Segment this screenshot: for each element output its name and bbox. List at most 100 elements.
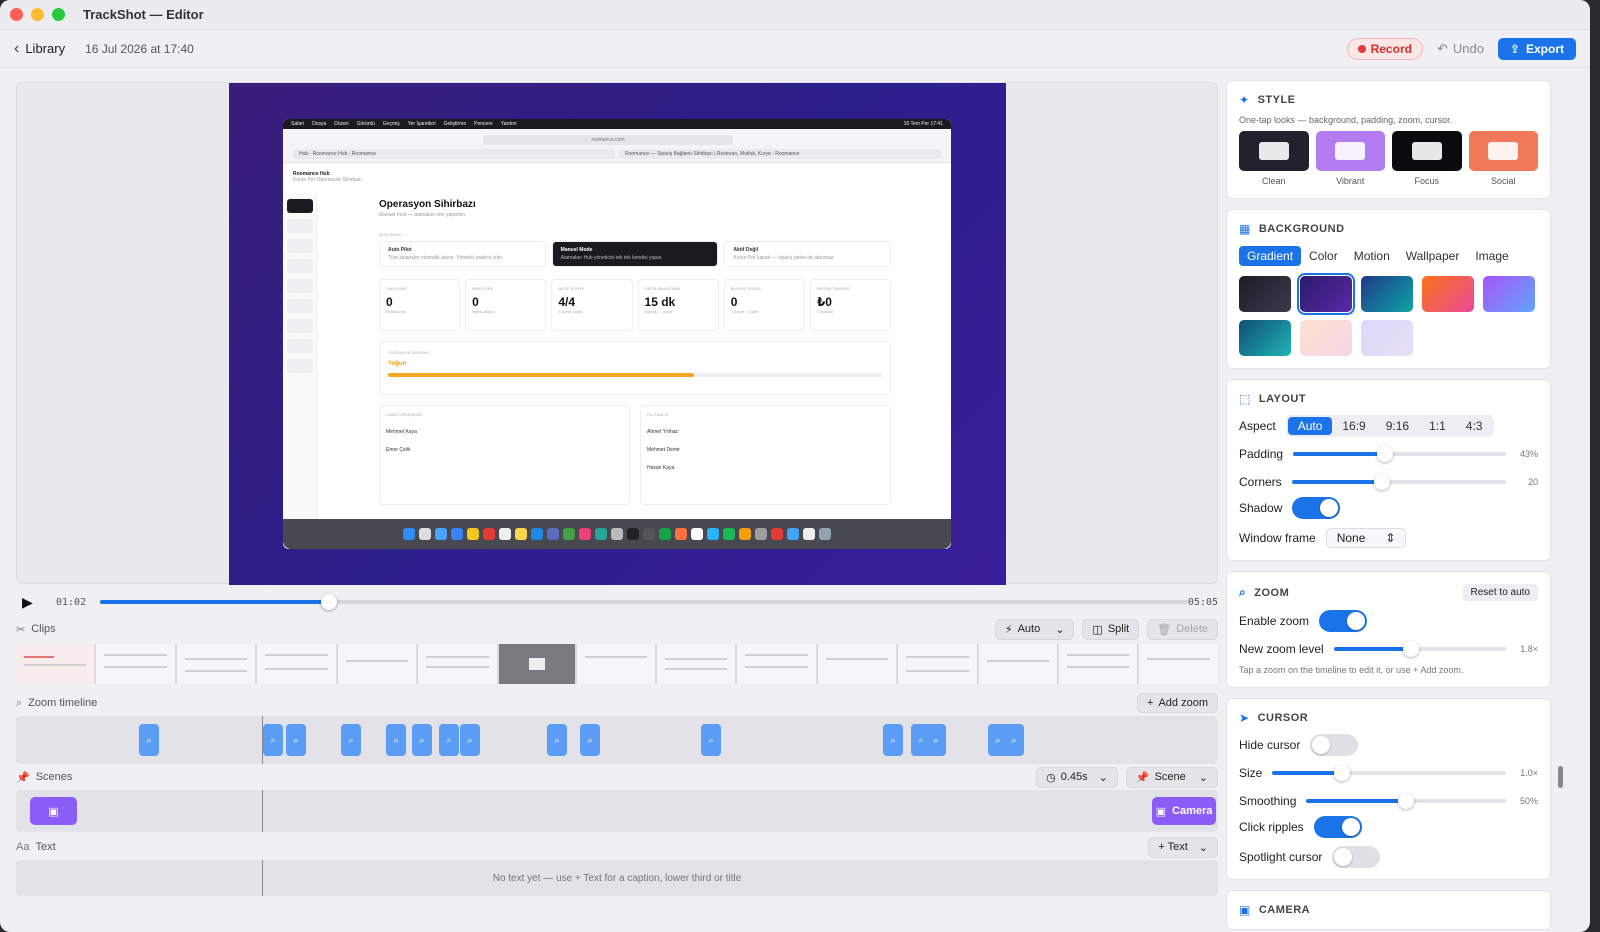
clip-thumbnail[interactable] — [656, 644, 736, 684]
tab-image[interactable]: Image — [1467, 246, 1516, 266]
zoom-segment[interactable]: ⌕ — [1004, 724, 1024, 756]
menubar-item: Geliştirme — [443, 121, 467, 127]
clip-thumbnail[interactable] — [96, 644, 175, 684]
gradient-swatch[interactable] — [1239, 320, 1291, 356]
zoom-segment[interactable]: ⌕ — [139, 724, 159, 756]
scene-chip[interactable]: ▣ — [30, 797, 77, 825]
preset-vibrant[interactable]: Vibrant — [1315, 131, 1385, 186]
tab-color[interactable]: Color — [1301, 246, 1346, 266]
clip-thumbnail[interactable] — [576, 644, 655, 684]
zoom-track[interactable]: ⌕ ⌕ ⌕ ⌕ ⌕ ⌕ ⌕ ⌕ ⌕ ⌕ ⌕ ⌕ ⌕ ⌕ ⌕ ⌕ — [16, 716, 1218, 764]
camera-scene-chip[interactable]: ▣ Camera — [1152, 797, 1216, 825]
slider-handle[interactable] — [1398, 793, 1415, 809]
aspect-16-9[interactable]: 16:9 — [1332, 417, 1375, 435]
zoom-window-button[interactable] — [52, 8, 65, 21]
slider-handle[interactable] — [1403, 641, 1420, 657]
back-to-library-button[interactable]: ‹ Library — [14, 40, 65, 58]
hide-cursor-toggle[interactable] — [1310, 734, 1359, 756]
scrubber-handle[interactable] — [320, 594, 337, 610]
inspector-scrollbar[interactable] — [1558, 766, 1563, 788]
smoothing-slider[interactable] — [1306, 793, 1506, 809]
zoom-segment[interactable]: ⌕ — [341, 724, 361, 756]
stat-card: BUGÜN TESLİM 0 0 kurye · 4 aktif — [723, 279, 805, 331]
click-ripples-toggle[interactable] — [1313, 816, 1362, 838]
gradient-swatch-selected[interactable] — [1297, 273, 1355, 315]
gradient-swatch[interactable] — [1361, 320, 1413, 356]
gradient-swatch[interactable] — [1483, 276, 1535, 312]
clip-thumbnail[interactable] — [737, 644, 816, 684]
zoom-segment[interactable]: ⌕ — [386, 724, 406, 756]
clip-thumbnail[interactable] — [176, 644, 256, 684]
scene-duration-dropdown[interactable]: ◷ 0.45s ⌄ — [1036, 766, 1118, 788]
clip-thumbnail[interactable] — [418, 644, 497, 684]
clip-thumbnail-selected[interactable] — [498, 644, 575, 684]
corners-slider[interactable] — [1291, 474, 1506, 490]
playhead[interactable] — [262, 716, 263, 764]
tab-wallpaper[interactable]: Wallpaper — [1398, 246, 1468, 266]
preset-focus[interactable]: Focus — [1392, 131, 1462, 186]
add-zoom-button[interactable]: + Add zoom — [1137, 693, 1218, 713]
zoom-segment[interactable]: ⌕ — [460, 724, 480, 756]
close-window-button[interactable] — [10, 8, 23, 21]
clip-thumbnail[interactable] — [16, 644, 95, 684]
zoom-level-slider[interactable] — [1333, 641, 1506, 657]
slider-handle[interactable] — [1373, 474, 1390, 490]
clip-thumbnail[interactable] — [1139, 644, 1218, 684]
clip-thumbnail[interactable] — [257, 644, 336, 684]
slider-handle[interactable] — [1334, 765, 1351, 781]
stat-label: BEKLEYEN — [472, 286, 494, 291]
zoom-segment[interactable]: ⌕ — [547, 724, 567, 756]
cursor-size-slider[interactable] — [1272, 765, 1506, 781]
add-scene-dropdown[interactable]: 📌 Scene ⌄ — [1125, 766, 1218, 788]
undo-button[interactable]: ↶ Undo — [1437, 41, 1484, 57]
add-text-dropdown[interactable]: + Text ⌄ — [1148, 836, 1218, 858]
gradient-swatch[interactable] — [1422, 276, 1474, 312]
clip-thumbnail[interactable] — [978, 644, 1058, 684]
video-preview[interactable]: Safari Dosya Düzen Görüntü Geçmiş Yer İş… — [16, 82, 1218, 585]
stat-label: YAKLAŞAN — [386, 286, 407, 291]
zoom-segment[interactable]: ⌕ — [286, 724, 306, 756]
zoom-segment[interactable]: ⌕ — [926, 724, 946, 756]
clip-thumbnail[interactable] — [337, 644, 417, 684]
scenes-track[interactable]: ▣ ▣ Camera — [16, 790, 1218, 832]
auto-clip-dropdown[interactable]: ⚡ Auto ⌄ — [994, 618, 1075, 640]
enable-zoom-toggle[interactable] — [1319, 610, 1368, 632]
clip-filmstrip[interactable] — [16, 644, 1218, 684]
play-icon[interactable]: ▶ — [22, 595, 36, 609]
zoom-segment[interactable]: ⌕ — [701, 724, 721, 756]
tab-motion[interactable]: Motion — [1346, 246, 1398, 266]
gradient-swatch[interactable] — [1239, 276, 1291, 312]
clip-thumbnail[interactable] — [817, 644, 897, 684]
minimize-window-button[interactable] — [31, 8, 44, 21]
zoom-segment[interactable]: ⌕ — [883, 724, 903, 756]
gradient-swatch[interactable] — [1361, 276, 1413, 312]
preset-clean[interactable]: Clean — [1239, 131, 1309, 186]
playback-scrubber[interactable] — [100, 594, 1188, 610]
zoom-segment[interactable]: ⌕ — [263, 724, 283, 756]
aspect-4-3[interactable]: 4:3 — [1456, 417, 1493, 435]
delete-button[interactable]: 🗑 Delete — [1147, 618, 1218, 640]
aspect-auto[interactable]: Auto — [1287, 417, 1333, 435]
gradient-swatch[interactable] — [1300, 320, 1352, 356]
text-track[interactable]: No text yet — use + Text for a caption, … — [16, 860, 1218, 896]
zoom-segment[interactable]: ⌕ — [439, 724, 459, 756]
playhead[interactable] — [262, 790, 263, 832]
split-button[interactable]: ◫ Split — [1082, 618, 1140, 640]
spotlight-cursor-toggle[interactable] — [1332, 846, 1381, 868]
slider-handle[interactable] — [1376, 446, 1393, 462]
aspect-9-16[interactable]: 9:16 — [1376, 417, 1419, 435]
record-button[interactable]: Record — [1346, 37, 1423, 60]
padding-slider[interactable] — [1293, 446, 1506, 462]
tab-gradient[interactable]: Gradient — [1239, 246, 1302, 266]
reset-zoom-button[interactable]: Reset to auto — [1462, 584, 1538, 601]
shadow-toggle[interactable] — [1292, 497, 1341, 519]
preset-social[interactable]: Social — [1468, 131, 1538, 186]
zoom-segment[interactable]: ⌕ — [412, 724, 432, 756]
playhead[interactable] — [262, 860, 263, 896]
window-frame-select[interactable]: None ⇕ — [1325, 528, 1407, 548]
export-button[interactable]: ⇪ Export — [1497, 37, 1576, 60]
clip-thumbnail[interactable] — [898, 644, 977, 684]
zoom-segment[interactable]: ⌕ — [580, 724, 600, 756]
aspect-1-1[interactable]: 1:1 — [1419, 417, 1456, 435]
clip-thumbnail[interactable] — [1059, 644, 1138, 684]
